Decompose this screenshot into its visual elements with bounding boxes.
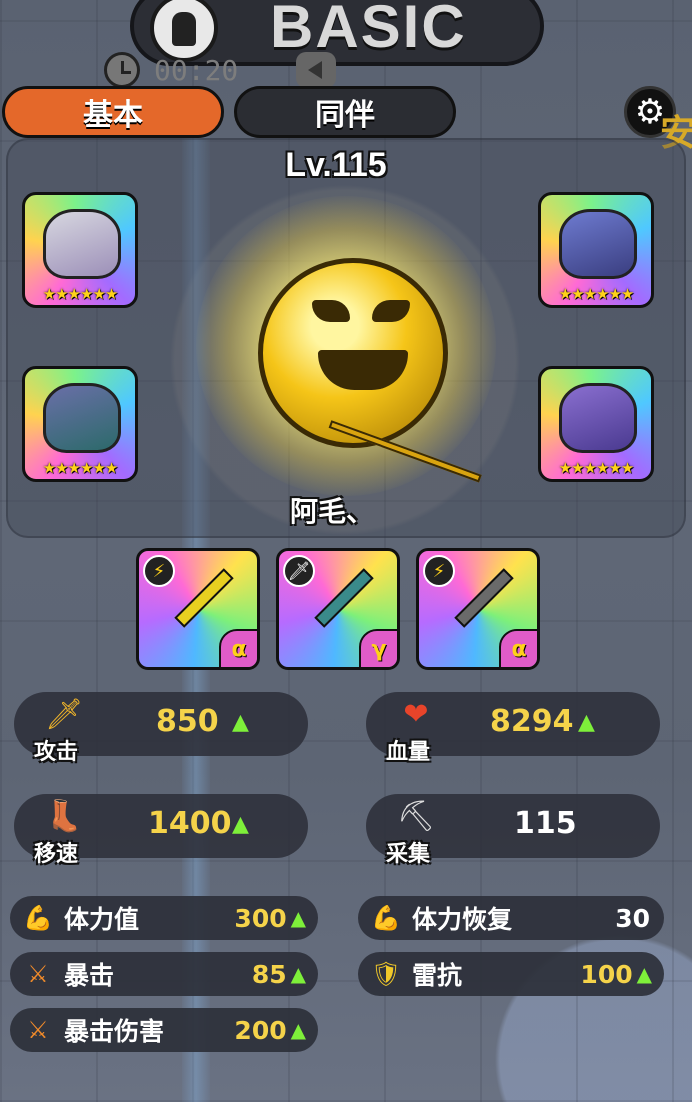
weapon-slot-1[interactable]: ⚡ α — [136, 548, 260, 670]
stat-label: 移速 — [34, 842, 79, 867]
crit-damage-icon: ⚔ — [27, 1016, 49, 1044]
stat-gather: ⛏ 采集 115 — [366, 794, 660, 867]
stat-value: 850 — [156, 704, 219, 739]
star-rating: ★★★★★★ — [42, 459, 119, 477]
weapon-slot-2[interactable]: 🗡 γ — [276, 548, 400, 670]
companion-portrait — [43, 383, 121, 453]
companion-slot-4[interactable]: ★★★★★★ — [538, 366, 654, 482]
page-title: BASIC — [270, 0, 467, 60]
weapon-art — [174, 568, 234, 628]
sword-icon: 🗡 — [44, 696, 84, 732]
stat-thunder-resist: 🛡 雷抗 100 ▲ — [358, 952, 664, 996]
stat-value: 85 — [251, 959, 287, 989]
pickaxe-icon: ⛏ — [396, 798, 436, 834]
tab-basic[interactable]: 基本 — [2, 86, 224, 138]
stat-stamina: 💪 体力值 300 ▲ — [10, 896, 318, 940]
stat-value: 8294 — [490, 704, 574, 739]
weapon-art — [314, 568, 374, 628]
timer-readout: 00:20 — [154, 54, 239, 87]
weapon-grade: γ — [359, 629, 397, 667]
stat-label: 体力值 — [64, 905, 140, 934]
muscle-icon: 💪 — [23, 904, 53, 932]
stat-crit: ⚔ 暴击 85 ▲ — [10, 952, 318, 996]
stat-attack: 🗡 攻击 850 ▲ — [14, 692, 308, 765]
star-rating: ★★★★★★ — [558, 459, 635, 477]
companion-slot-2[interactable]: ★★★★★★ — [538, 192, 654, 308]
speaker-icon[interactable] — [296, 52, 336, 88]
upgrade-arrow-icon: ▲ — [578, 710, 595, 735]
weapon-art — [454, 568, 514, 628]
stat-label: 攻击 — [34, 740, 79, 765]
stat-label: 采集 — [386, 842, 431, 867]
lightning-shield-icon: 🛡 — [370, 960, 402, 988]
upgrade-arrow-icon: ▲ — [290, 962, 306, 986]
muscle-plus-icon: 💪 — [371, 904, 401, 932]
sword-icon: 🗡 — [283, 555, 315, 587]
stat-value: 115 — [514, 806, 577, 841]
stat-value: 100 — [580, 959, 633, 989]
weapon-grade: α — [499, 629, 537, 667]
weapon-slot-3[interactable]: ⚡ α — [416, 548, 540, 670]
star-rating: ★★★★★★ — [42, 285, 119, 303]
companion-slot-1[interactable]: ★★★★★★ — [22, 192, 138, 308]
stat-value: 300 — [234, 903, 287, 933]
crit-strike-icon: ⚔ — [27, 960, 49, 988]
upgrade-arrow-icon: ▲ — [290, 906, 306, 930]
stat-label: 雷抗 — [412, 961, 463, 990]
upgrade-arrow-icon: ▲ — [232, 710, 249, 735]
stat-label: 暴击 — [64, 961, 115, 990]
hero-name: 阿毛、 — [290, 495, 375, 528]
stat-label: 暴击伤害 — [64, 1017, 165, 1046]
stat-hp: ❤ 血量 8294 ▲ — [366, 692, 660, 765]
heart-icon: ❤ — [403, 696, 429, 732]
stat-value: 1400 — [148, 806, 232, 841]
companion-slot-3[interactable]: ★★★★★★ — [22, 366, 138, 482]
clock-icon — [104, 52, 140, 88]
hero-level: Lv.115 — [285, 146, 387, 184]
companion-portrait — [559, 383, 637, 453]
companion-portrait — [559, 209, 637, 279]
lightning-icon: ⚡ — [423, 555, 455, 587]
stat-label: 血量 — [386, 740, 431, 765]
lightning-icon: ⚡ — [143, 555, 175, 587]
stat-value: 200 — [234, 1015, 287, 1045]
winged-boot-icon: 👢 — [45, 798, 83, 834]
star-rating: ★★★★★★ — [558, 285, 635, 303]
stat-stamina-regen: 💪 体力恢复 30 — [358, 896, 664, 940]
companion-portrait — [43, 209, 121, 279]
stat-label: 体力恢复 — [412, 905, 513, 934]
stat-speed: 👢 移速 1400 ▲ — [14, 794, 308, 867]
tab-companion[interactable]: 同伴 — [234, 86, 456, 138]
stat-crit-damage: ⚔ 暴击伤害 200 ▲ — [10, 1008, 318, 1052]
weapon-grade: α — [219, 629, 257, 667]
stat-value: 30 — [615, 903, 650, 933]
upgrade-arrow-icon: ▲ — [636, 962, 652, 986]
upgrade-arrow-icon: ▲ — [232, 812, 249, 837]
upgrade-arrow-icon: ▲ — [290, 1018, 306, 1042]
